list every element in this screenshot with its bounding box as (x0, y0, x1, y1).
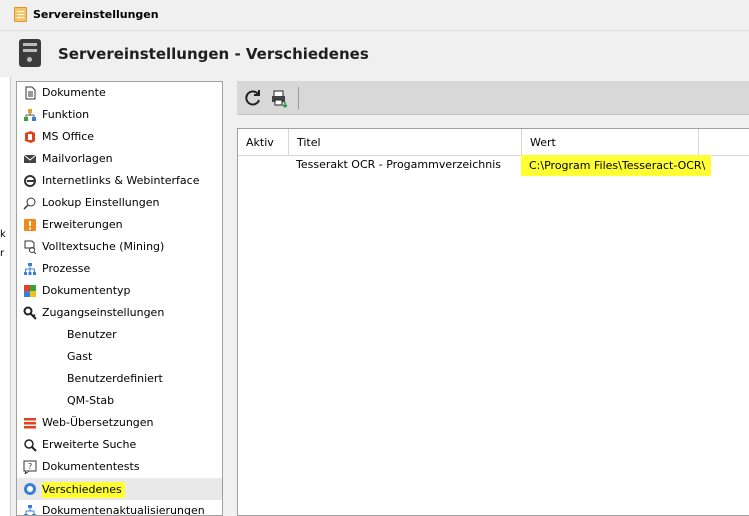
tree-item-internetlinks[interactable]: Internetlinks & Webinterface (17, 170, 222, 192)
misc-info-icon (24, 483, 36, 495)
background-window-edge: k r (0, 77, 11, 516)
tree-item-label: Dokumententyp (42, 284, 131, 297)
mail-template-icon (23, 154, 37, 163)
tree-item-label: Dokumente (42, 86, 106, 99)
internet-explorer-icon (24, 175, 36, 187)
tree-item-volltextsuche[interactable]: Volltextsuche (Mining) (17, 236, 222, 258)
tree-item-label: Dokumententests (42, 460, 140, 473)
tree-item-label: Funktion (42, 108, 90, 121)
column-header-wert[interactable]: Wert (522, 129, 699, 155)
tree-item-label: Benutzer (67, 328, 117, 341)
edge-fragment: k (0, 229, 6, 240)
ms-office-icon (25, 131, 35, 143)
tree-item-label: Internetlinks & Webinterface (42, 174, 200, 187)
document-update-icon (24, 505, 36, 515)
window-title: Servereinstellungen (33, 8, 159, 21)
tree-item-benutzerdefiniert[interactable]: Benutzerdefiniert (17, 368, 222, 390)
translation-icon (24, 418, 36, 429)
toolbar (237, 81, 749, 115)
tree-item-erweiterte-suche[interactable]: Erweiterte Suche (17, 434, 222, 456)
tree-item-dokumententests[interactable]: ? Dokumententests (17, 456, 222, 478)
tree-item-prozesse[interactable]: Prozesse (17, 258, 222, 280)
refresh-button[interactable] (242, 87, 264, 109)
tree-item-gast[interactable]: Gast (17, 346, 222, 368)
advanced-search-icon (24, 439, 37, 452)
refresh-icon (245, 90, 260, 106)
server-icon (19, 39, 41, 67)
extension-icon (24, 219, 36, 231)
tree-item-benutzer[interactable]: Benutzer (17, 324, 222, 346)
window-titlebar: Servereinstellungen (0, 0, 749, 31)
tree-item-label: Verschiedenes (42, 482, 125, 498)
page-header: Servereinstellungen - Verschiedenes (0, 31, 749, 77)
page-title: Servereinstellungen - Verschiedenes (58, 45, 369, 63)
document-type-icon (24, 285, 36, 297)
fulltext-search-icon (24, 240, 37, 254)
column-header-titel[interactable]: Titel (289, 129, 522, 155)
key-icon (23, 306, 37, 320)
tree-item-mailvorlagen[interactable]: Mailvorlagen (17, 148, 222, 170)
tree-item-verschiedenes[interactable]: Verschiedenes (17, 478, 222, 500)
tree-item-lookup[interactable]: Lookup Einstellungen (17, 192, 222, 214)
tree-item-label: Gast (67, 350, 93, 363)
export-icon (272, 90, 288, 109)
lookup-magnifier-icon (23, 197, 36, 210)
svg-text:?: ? (28, 462, 32, 471)
function-tree-icon (24, 109, 36, 121)
tree-item-label: MS Office (42, 130, 95, 143)
tree-item-label: QM-Stab (67, 394, 115, 407)
document-icon (25, 86, 36, 100)
tree-item-label: Web-Übersetzungen (42, 416, 154, 429)
export-button[interactable] (269, 87, 291, 109)
column-header-aktiv[interactable]: Aktiv (238, 129, 289, 155)
cell-wert[interactable]: C:\Program Files\Tesseract-OCR\ (521, 155, 712, 176)
tree-item-dokumentenaktualisierungen[interactable]: Dokumentenaktualisierungen (17, 500, 222, 516)
tree-item-label: Prozesse (42, 262, 91, 275)
document-test-icon: ? (23, 460, 37, 474)
tree-item-qm-stab[interactable]: QM-Stab (17, 390, 222, 412)
tree-item-zugangseinstellungen[interactable]: Zugangseinstellungen (17, 302, 222, 324)
tree-item-web-uebersetzungen[interactable]: Web-Übersetzungen (17, 412, 222, 434)
settings-grid: Aktiv Titel Wert Tesserakt OCR - Progamm… (237, 128, 749, 516)
edge-fragment: r (0, 248, 5, 259)
tree-item-erweiterungen[interactable]: Erweiterungen (17, 214, 222, 236)
app-icon (14, 7, 27, 22)
tree-item-label: Volltextsuche (Mining) (42, 240, 165, 253)
tree-item-label: Zugangseinstellungen (42, 306, 165, 319)
grid-header: Aktiv Titel Wert (238, 129, 749, 156)
toolbar-separator (298, 87, 299, 109)
tree-item-label: Dokumentenaktualisierungen (42, 504, 205, 516)
tree-item-label: Benutzerdefiniert (67, 372, 163, 385)
tree-item-label: Erweiterte Suche (42, 438, 137, 451)
process-tree-icon (24, 263, 36, 275)
tree-item-label: Erweiterungen (42, 218, 123, 231)
tree-item-dokumententyp[interactable]: Dokumententyp (17, 280, 222, 302)
tree-item-ms-office[interactable]: MS Office (17, 126, 222, 148)
tree-item-label: Mailvorlagen (42, 152, 113, 165)
tree-item-label: Lookup Einstellungen (42, 196, 160, 209)
tree-item-funktion[interactable]: Funktion (17, 104, 222, 126)
settings-tree[interactable]: Dokumente Funktion MS Office Mailvorlage… (16, 81, 223, 516)
cell-titel[interactable]: Tesserakt OCR - Progammverzeichnis (296, 158, 501, 171)
tree-item-dokumente[interactable]: Dokumente (17, 82, 222, 104)
